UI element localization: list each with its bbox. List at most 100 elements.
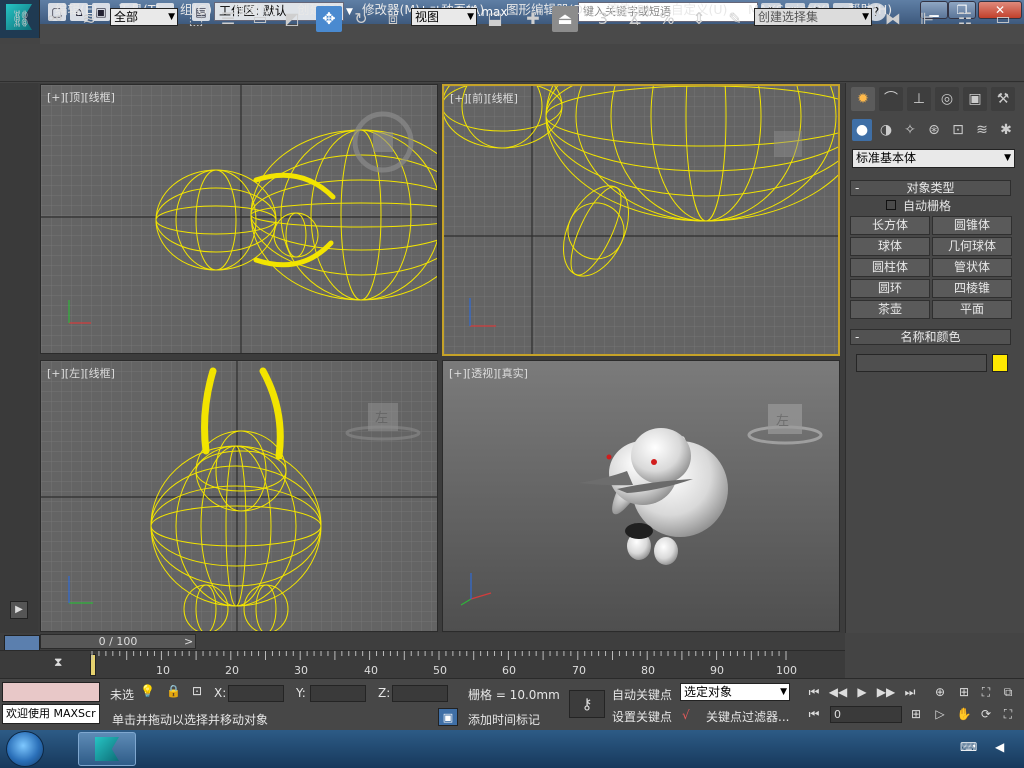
maximize-viewport-icon[interactable]: ⛶ (998, 704, 1018, 724)
spacewarps-category-icon[interactable]: ≋ (972, 119, 992, 141)
key-mode-toggle-icon[interactable]: ⏮ (804, 704, 824, 724)
manipulate-icon[interactable]: ✚ (520, 6, 546, 32)
spinner-snap-icon[interactable]: ⇕ (686, 6, 712, 32)
start-button-icon[interactable] (6, 731, 44, 767)
add-time-tag[interactable]: 添加时间标记 (468, 711, 540, 728)
sphere-button[interactable]: 球体 (850, 237, 930, 256)
zoom-extents-icon[interactable]: ⛶ (976, 682, 996, 702)
zoom-extents-all-icon[interactable]: ⧉ (998, 682, 1018, 702)
time-slider[interactable]: 0 / 100 (40, 634, 196, 649)
select-move-icon[interactable]: ✥ (316, 6, 342, 32)
key-filters-button[interactable]: 关键点过滤器... (706, 708, 789, 725)
mirror-icon[interactable]: ⧓ (880, 6, 906, 32)
key-mode-dropdown[interactable]: 选定对象 ▼ (680, 683, 790, 701)
next-frame-icon[interactable]: ▶▶ (876, 682, 896, 702)
hierarchy-tab-icon[interactable]: ⊥ (907, 87, 931, 111)
primitive-type-dropdown[interactable]: 标准基本体 ▼ (852, 149, 1015, 168)
shapes-category-icon[interactable]: ◑ (876, 119, 896, 141)
select-rotate-icon[interactable]: ↻ (348, 6, 374, 32)
object-color-swatch[interactable] (992, 354, 1008, 372)
snaps-toggle-icon[interactable]: 3 (590, 6, 616, 32)
named-selection-dropdown[interactable]: 创建选择集 ▼ (754, 8, 872, 26)
keyboard-shortcut-override-icon[interactable]: ⏏ (552, 6, 578, 32)
play-icon[interactable]: ▶ (852, 682, 872, 702)
time-config-icon[interactable]: ⊞ (906, 704, 926, 724)
selection-lock-icon[interactable]: 🔒 (166, 684, 181, 698)
viewport-top-scene (41, 85, 437, 353)
previous-frame-icon[interactable]: ◀◀ (828, 682, 848, 702)
box-button[interactable]: 长方体 (850, 216, 930, 235)
select-scale-icon[interactable]: ⧈ (380, 6, 406, 32)
zoom-all-icon[interactable]: ⊞ (954, 682, 974, 702)
field-of-view-icon[interactable]: ▷ (930, 704, 950, 724)
pan-view-icon[interactable]: ✋ (954, 704, 974, 724)
go-to-start-icon[interactable]: ⏮ (804, 682, 824, 702)
plane-button[interactable]: 平面 (932, 300, 1012, 319)
object-name-field[interactable] (856, 354, 987, 372)
named-selection-value: 创建选择集 (758, 10, 819, 24)
geometry-category-icon[interactable]: ● (852, 119, 872, 141)
cone-button[interactable]: 圆锥体 (932, 216, 1012, 235)
maxscript-welcome-text[interactable]: 欢迎使用 MAXScr (2, 704, 100, 724)
time-next-icon[interactable]: > (184, 635, 193, 648)
mini-curve-editor-icon[interactable]: ⧗ (54, 655, 70, 671)
x-coordinate-field[interactable] (228, 685, 284, 702)
angle-snap-icon[interactable]: ∡ (622, 6, 648, 32)
align-icon[interactable]: ⊫ (914, 6, 940, 32)
pyramid-button[interactable]: 四棱锥 (932, 279, 1012, 298)
auto-key-button[interactable]: 自动关键点 (612, 686, 672, 703)
display-tab-icon[interactable]: ▣ (963, 87, 987, 111)
keyboard-tray-icon[interactable]: ⌨ (960, 740, 977, 754)
lights-category-icon[interactable]: ✧ (900, 119, 920, 141)
motion-tab-icon[interactable]: ◎ (935, 87, 959, 111)
auto-grid-checkbox[interactable] (886, 200, 896, 210)
reference-coordinate-dropdown[interactable]: 视图 ▼ (411, 8, 477, 26)
z-coordinate-field[interactable] (392, 685, 448, 702)
viewport-top[interactable]: [+][顶][线框] (40, 84, 438, 354)
create-tab-icon[interactable]: ✹ (851, 87, 875, 111)
object-type-rollout[interactable]: - 对象类型 (850, 180, 1011, 196)
link-icon[interactable]: ⛓ (8, 6, 34, 32)
volume-tray-icon[interactable]: ◀ (995, 740, 1004, 754)
cylinder-button[interactable]: 圆柱体 (850, 258, 930, 277)
absolute-mode-icon[interactable]: ⊡ (192, 684, 202, 698)
geosphere-button[interactable]: 几何球体 (932, 237, 1012, 256)
helpers-category-icon[interactable]: ⊡ (948, 119, 968, 141)
bind-spacewarp-icon[interactable]: ≋ (76, 6, 102, 32)
modify-tab-icon[interactable]: ⌒ (879, 87, 903, 111)
y-coordinate-field[interactable] (310, 685, 366, 702)
utilities-tab-icon[interactable]: ⚒ (991, 87, 1015, 111)
viewcube-persp-text: 左 (776, 414, 789, 429)
lock-bulb-icon[interactable]: 💡 (140, 684, 155, 698)
select-object-icon[interactable]: ⬚ (183, 6, 209, 32)
systems-category-icon[interactable]: ✱ (996, 119, 1016, 141)
go-to-end-icon[interactable]: ⏭ (900, 682, 920, 702)
name-color-rollout[interactable]: - 名称和颜色 (850, 329, 1011, 345)
orbit-icon[interactable]: ⟳ (976, 704, 996, 724)
tube-button[interactable]: 管状体 (932, 258, 1012, 277)
teapot-button[interactable]: 茶壶 (850, 300, 930, 319)
time-tag-icon[interactable]: ▣ (438, 708, 458, 726)
viewport-front[interactable]: [+][前][线框] (442, 84, 840, 356)
layer-manager-icon[interactable]: ☷ (952, 6, 978, 32)
set-key-icon[interactable]: ⚷ (569, 690, 605, 718)
select-by-name-icon[interactable]: ☰ (215, 6, 241, 32)
pivot-center-icon[interactable]: ⬓ (482, 6, 508, 32)
expand-strip-icon[interactable]: ▶ (10, 601, 28, 619)
torus-button[interactable]: 圆环 (850, 279, 930, 298)
viewport-perspective[interactable]: [+][透视][真实] 左 (442, 360, 840, 632)
viewport-left[interactable]: [+][左][线框] 左 (40, 360, 438, 632)
rectangle-selection-icon[interactable]: ▭ (247, 6, 273, 32)
cameras-category-icon[interactable]: ⊛ (924, 119, 944, 141)
taskbar-3dsmax-icon[interactable] (78, 732, 136, 766)
selection-filter-dropdown[interactable]: 全部 ▼ (110, 8, 178, 26)
set-key-button[interactable]: 设置关键点 (612, 708, 672, 725)
zoom-icon[interactable]: ⊕ (930, 682, 950, 702)
percent-snap-icon[interactable]: % (654, 6, 680, 32)
maxscript-listener-mini[interactable] (2, 682, 100, 702)
edit-named-selection-icon[interactable]: ✎ (722, 6, 748, 32)
graphite-ribbon-icon[interactable]: ▭ (990, 6, 1016, 32)
window-crossing-icon[interactable]: ◩ (279, 6, 305, 32)
unlink-icon[interactable]: ⚯ (42, 6, 68, 32)
current-frame-field[interactable]: 0 (830, 706, 902, 723)
